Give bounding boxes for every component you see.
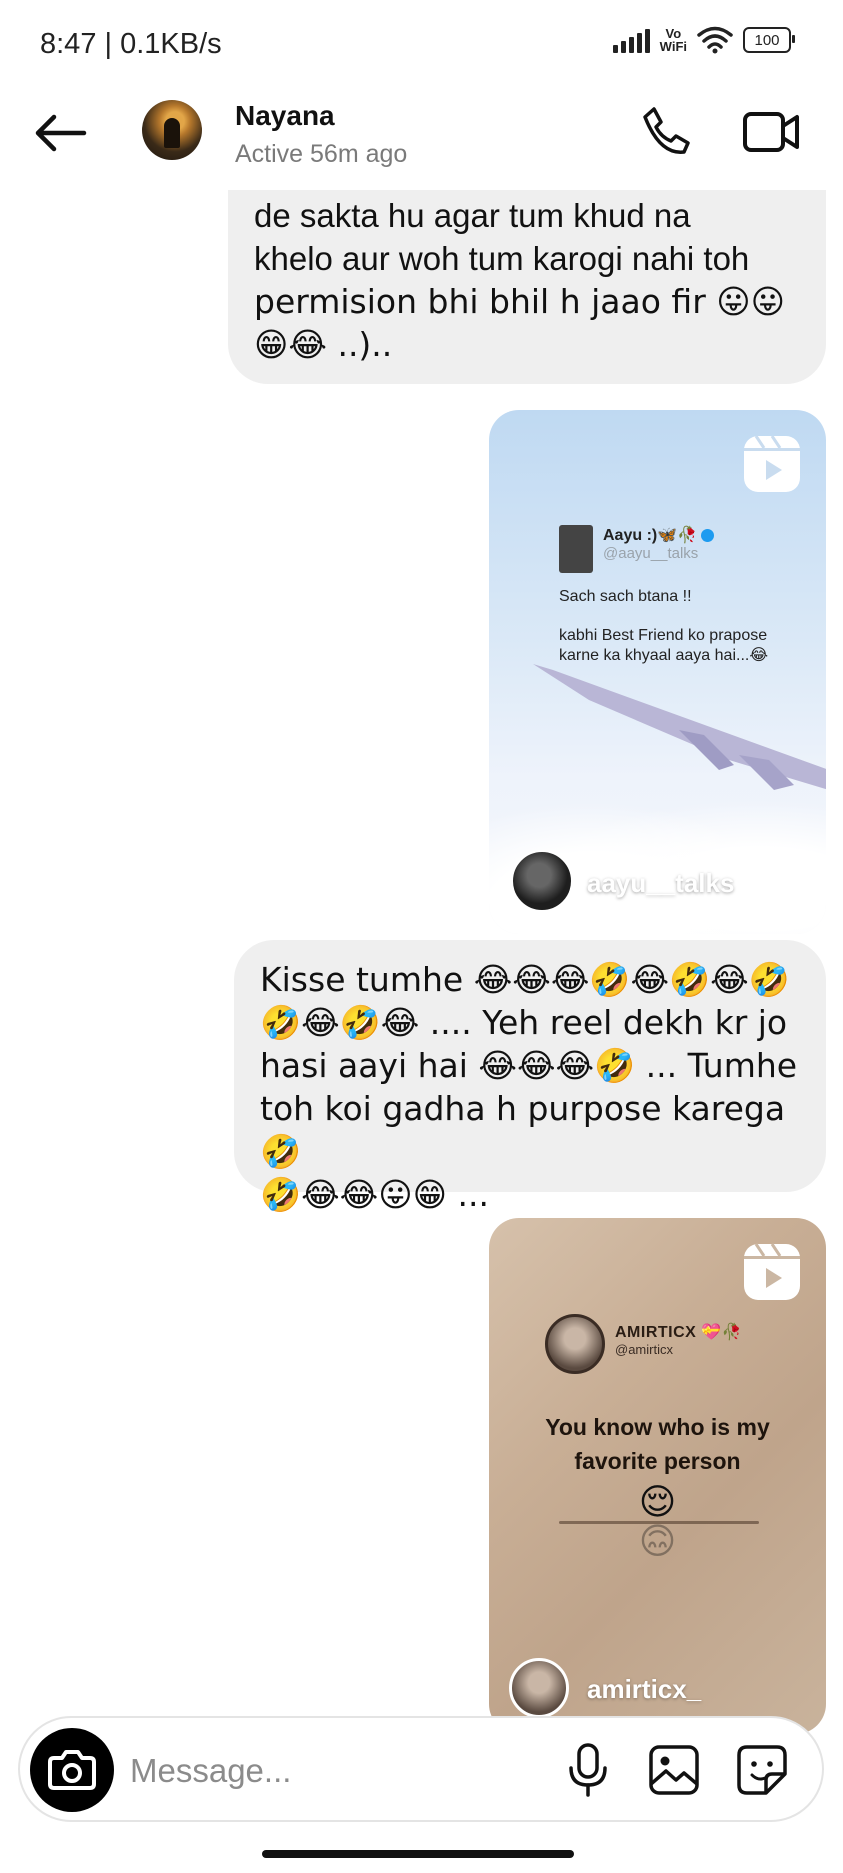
post-text-2: favorite person xyxy=(574,1448,741,1474)
reel-card[interactable]: Aayu :)🦋🥀 @aayu__talks Sach sach btana !… xyxy=(489,410,826,934)
reel-author-name: amirticx_ xyxy=(587,1674,702,1704)
message-bubble[interactable]: de sakta hu agar tum khud na khelo aur w… xyxy=(228,190,826,384)
gallery-icon[interactable] xyxy=(648,1744,700,1796)
reel-author-avatar xyxy=(511,850,573,912)
post-avatar xyxy=(545,1314,605,1374)
airplane-wing-image xyxy=(533,664,826,790)
sticker-icon[interactable] xyxy=(736,1744,788,1796)
back-arrow-icon[interactable] xyxy=(30,108,90,158)
reflection-line xyxy=(559,1521,759,1524)
relieved-face-emoji: 😌 xyxy=(638,1482,677,1523)
tweet-text-1: Sach sach btana !! xyxy=(559,588,692,605)
status-time: 8:47 | 0.1KB/s xyxy=(40,28,222,60)
reel-author-name: aayu__talks xyxy=(587,868,735,898)
camera-button[interactable] xyxy=(30,1728,114,1812)
message-bubble[interactable]: Kisse tumhe 😂😂😂🤣😂🤣😂🤣 🤣😂🤣😂 .... Yeh reel … xyxy=(234,940,826,1214)
reel-icon xyxy=(744,1243,800,1300)
video-call-icon[interactable] xyxy=(742,108,800,156)
tweet-avatar xyxy=(559,525,593,573)
avatar[interactable] xyxy=(142,100,202,160)
contact-status: Active 56m ago xyxy=(235,140,408,168)
tweet-text-3: karne ka khyaal aaya hai...😂 xyxy=(559,647,769,664)
microphone-icon[interactable] xyxy=(566,1742,610,1798)
tweet-text-2: kabhi Best Friend ko prapose xyxy=(559,627,768,644)
post-header: AMIRTICX 💝🥀 @amirticx xyxy=(615,1324,743,1357)
reel-icon xyxy=(744,435,800,492)
wifi-icon xyxy=(697,26,733,54)
vowifi-label: Vo WiFi xyxy=(659,26,687,54)
signal-icon xyxy=(612,27,650,53)
verified-badge-icon xyxy=(701,529,715,543)
status-icons: Vo WiFi 100 xyxy=(612,26,795,54)
home-indicator[interactable] xyxy=(262,1850,574,1858)
camera-icon xyxy=(48,1750,96,1790)
emoji-reflection: 😌 xyxy=(638,1518,677,1559)
phone-icon[interactable] xyxy=(640,105,692,157)
post-text-1: You know who is my xyxy=(545,1414,770,1440)
message-input[interactable] xyxy=(128,1742,552,1800)
battery-icon: 100 xyxy=(743,27,795,53)
reel-author-avatar xyxy=(509,1658,569,1718)
contact-name[interactable]: Nayana xyxy=(235,100,335,132)
tweet-header: Aayu :)🦋🥀 @aayu__talks xyxy=(559,525,715,573)
reel-card[interactable]: AMIRTICX 💝🥀 @amirticx You know who is my… xyxy=(489,1218,826,1734)
